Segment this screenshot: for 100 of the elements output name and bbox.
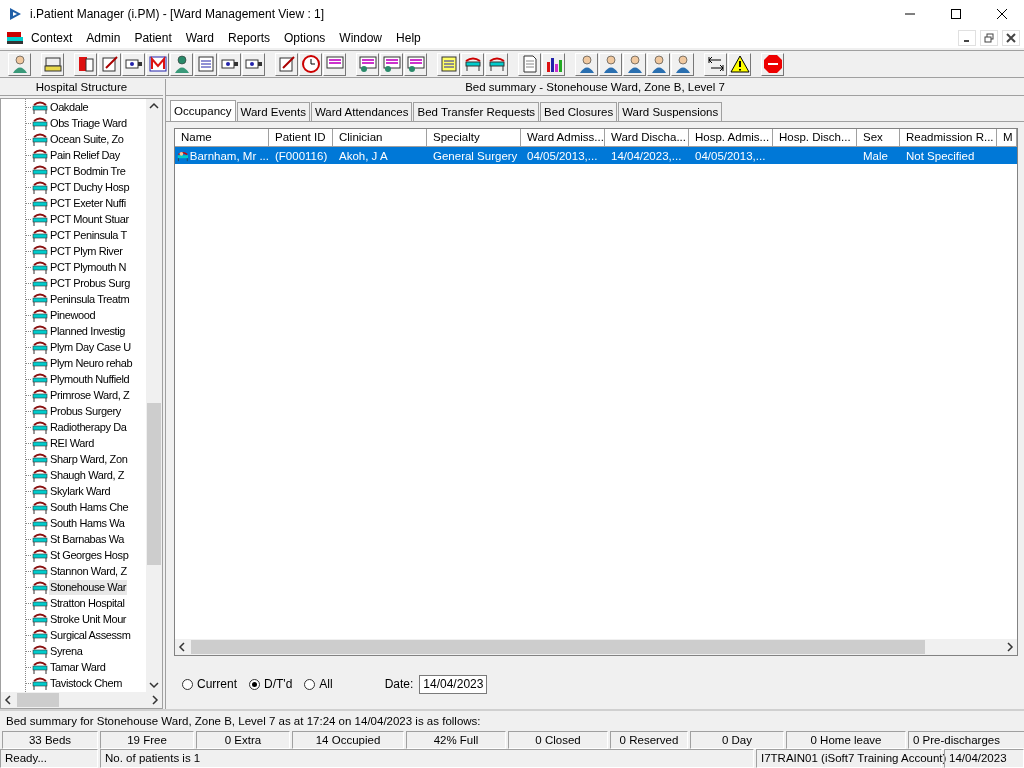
- status-panel: No. of patients is 1: [100, 749, 754, 768]
- book-button[interactable]: [74, 52, 97, 76]
- tree-item[interactable]: PCT Bodmin Tre: [49, 163, 127, 179]
- tab[interactable]: Bed Closures: [540, 102, 618, 121]
- stat-panel: 0 Extra: [196, 731, 290, 749]
- doctor-button[interactable]: [8, 52, 31, 76]
- tree-item[interactable]: Plym Neuro rehab: [49, 355, 134, 371]
- menu-item[interactable]: Help: [389, 31, 428, 45]
- tree-item[interactable]: Obs Triage Ward: [49, 115, 128, 131]
- tree-item[interactable]: Tavistock Chem: [49, 675, 124, 691]
- tree-item[interactable]: Planned Investig: [49, 323, 126, 339]
- pane-header: Bed summary - Stonehouse Ward, Zone B, Level 7: [166, 79, 1024, 96]
- tree-item[interactable]: Pinewood: [49, 307, 97, 323]
- radio-option[interactable]: Current: [182, 677, 237, 691]
- list-button[interactable]: [437, 52, 460, 76]
- tree-item[interactable]: Stroke Unit Mour: [49, 611, 128, 627]
- table-cell: 04/05/2013,...: [695, 149, 766, 162]
- screen-button[interactable]: [404, 52, 427, 76]
- tree-item[interactable]: Pain Relief Day: [49, 147, 121, 163]
- tree-item[interactable]: Tamar Ward: [49, 659, 107, 675]
- edit-button[interactable]: [98, 52, 121, 76]
- person-button[interactable]: [623, 52, 646, 76]
- tree-item[interactable]: Shaugh Ward, Z: [49, 467, 126, 483]
- radio-option[interactable]: All: [304, 677, 333, 691]
- nurse-button[interactable]: [170, 52, 193, 76]
- radio-option[interactable]: D/T'd: [249, 677, 293, 691]
- scan-button[interactable]: [122, 52, 145, 76]
- menu-item[interactable]: Context: [24, 31, 80, 45]
- table-cell: 14/04/2023,...: [611, 149, 682, 162]
- tree-item[interactable]: South Hams Wa: [49, 515, 126, 531]
- warning-button[interactable]: [728, 52, 751, 76]
- tree-item[interactable]: REI Ward: [49, 435, 96, 451]
- menu-item[interactable]: Patient: [127, 31, 179, 45]
- document-button[interactable]: [518, 52, 541, 76]
- camera-button[interactable]: [242, 52, 265, 76]
- close-icon[interactable]: [996, 8, 1008, 20]
- menu-item[interactable]: Window: [332, 31, 390, 45]
- warning-icon: [729, 54, 750, 74]
- tree-item[interactable]: PCT Peninsula T: [49, 227, 128, 243]
- tree-item[interactable]: Ocean Suite, Zo: [49, 131, 125, 147]
- tree-item[interactable]: PCT Exeter Nuffi: [49, 195, 127, 211]
- tree-item[interactable]: Syrena: [49, 643, 84, 659]
- person-button[interactable]: [671, 52, 694, 76]
- menu-item[interactable]: Options: [277, 31, 333, 45]
- date-label: Date:: [384, 677, 414, 691]
- tree-item[interactable]: PCT Mount Stuar: [49, 211, 130, 227]
- tree-item[interactable]: Stratton Hospital: [49, 595, 126, 611]
- monitor-button[interactable]: [323, 52, 346, 76]
- tree-item[interactable]: Oakdale: [49, 99, 90, 115]
- tree-item[interactable]: Peninsula Treatm: [49, 291, 131, 307]
- tree-item[interactable]: Skylark Ward: [49, 483, 112, 499]
- stat-panel: 42% Full: [406, 731, 506, 749]
- person-button[interactable]: [575, 52, 598, 76]
- tree-item[interactable]: Probus Surgery: [49, 403, 122, 419]
- note-icon: [195, 54, 216, 74]
- pen-button[interactable]: [275, 52, 298, 76]
- menu-item[interactable]: Admin: [79, 31, 128, 45]
- barchart-button[interactable]: [542, 52, 565, 76]
- tree-item[interactable]: Plym Day Case U: [49, 339, 132, 355]
- mail-button[interactable]: [146, 52, 169, 76]
- restore-icon[interactable]: [980, 30, 998, 46]
- tree-item[interactable]: PCT Duchy Hosp: [49, 179, 131, 195]
- tree-item[interactable]: Primrose Ward, Z: [49, 387, 131, 403]
- tree-item[interactable]: St Barnabas Wa: [49, 531, 126, 547]
- tab[interactable]: Ward Attendances: [310, 102, 413, 121]
- tab[interactable]: Ward Events: [236, 102, 310, 121]
- printer-button[interactable]: [41, 52, 64, 76]
- status-panel: 14/04/2023: [944, 749, 1024, 768]
- camera-button[interactable]: [218, 52, 241, 76]
- clock-button[interactable]: [299, 52, 322, 76]
- tree-item[interactable]: St Georges Hosp: [49, 547, 130, 563]
- tab[interactable]: Bed Transfer Requests: [413, 102, 540, 121]
- screen-button[interactable]: [356, 52, 379, 76]
- tree-item[interactable]: Plymouth Nuffield: [49, 371, 131, 387]
- minimize-icon[interactable]: [958, 30, 976, 46]
- tree-item[interactable]: Stonehouse War: [49, 579, 127, 595]
- screen-icon: [405, 54, 426, 74]
- arrows-button[interactable]: [704, 52, 727, 76]
- tree-item[interactable]: Surgical Assessm: [49, 627, 132, 643]
- maximize-icon[interactable]: [950, 8, 962, 20]
- stop-button[interactable]: [761, 52, 784, 76]
- tree-item[interactable]: Stannon Ward, Z: [49, 563, 128, 579]
- tree-item[interactable]: Radiotherapy Da: [49, 419, 128, 435]
- menu-item[interactable]: Ward: [178, 31, 221, 45]
- pane-header: Hospital Structure: [0, 79, 163, 96]
- tree-item[interactable]: PCT Plym River: [49, 243, 124, 259]
- tree-item[interactable]: PCT Probus Surg: [49, 275, 131, 291]
- person-button[interactable]: [647, 52, 670, 76]
- tab[interactable]: Ward Suspensions: [618, 102, 723, 121]
- tree-item[interactable]: PCT Plymouth N: [49, 259, 128, 275]
- tab[interactable]: Occupancy: [170, 100, 236, 121]
- tree-item[interactable]: Sharp Ward, Zon: [49, 451, 129, 467]
- summary-text: Bed summary for Stonehouse Ward, Zone B, Level 7 as at 17:24 on 14/04/2023 is as follows:: [0, 709, 1024, 731]
- menu-item[interactable]: Reports: [220, 31, 277, 45]
- tree-item[interactable]: South Hams Che: [49, 499, 130, 515]
- note-button[interactable]: [194, 52, 217, 76]
- screen-button[interactable]: [380, 52, 403, 76]
- person-button[interactable]: [599, 52, 622, 76]
- table-row[interactable]: Barnham, Mr ... (F000116) Akoh, J A General Surgery 04/05/2013,... 14/04/2023,... 04/05/2013,... Male Not Specified: [175, 147, 1017, 164]
- date-field[interactable]: 14/04/2023: [419, 674, 488, 694]
